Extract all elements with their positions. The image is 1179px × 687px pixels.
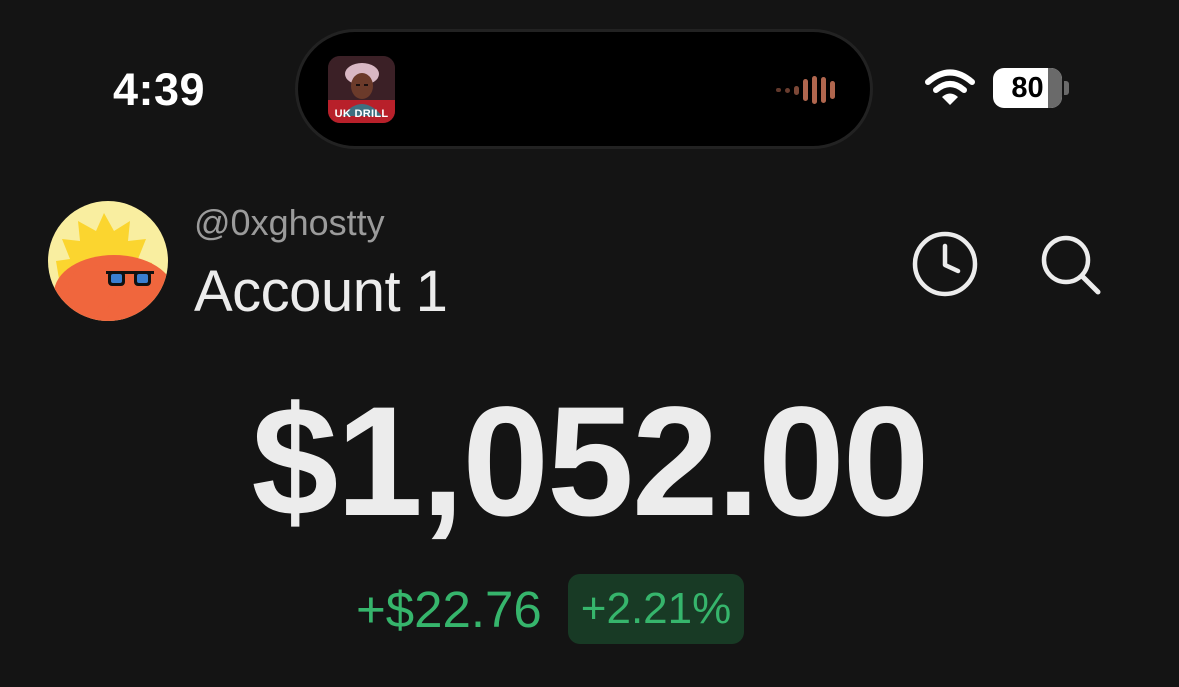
- change-amount: +$22.76: [356, 580, 542, 638]
- battery-icon: 80: [993, 68, 1069, 108]
- account-username: @0xghostty: [194, 202, 385, 243]
- battery-empty-portion: [1048, 68, 1063, 108]
- search-icon: [1041, 235, 1101, 295]
- sunglasses-avatar-icon: [48, 201, 168, 321]
- wifi-icon: [925, 69, 975, 105]
- avatar[interactable]: [48, 201, 168, 321]
- dynamic-island[interactable]: UK DRILL: [298, 32, 870, 146]
- total-balance: $1,052.00: [251, 375, 929, 549]
- account-name[interactable]: Account 1: [194, 258, 448, 325]
- history-button[interactable]: [910, 229, 980, 299]
- battery-level: 80: [993, 68, 1063, 108]
- clock-icon: [912, 231, 978, 297]
- audio-waveform-icon: [776, 76, 835, 104]
- battery-percent: 80: [1011, 71, 1044, 104]
- change-percent-badge: +2.21%: [567, 574, 745, 644]
- now-playing-artwork[interactable]: UK DRILL: [328, 56, 395, 123]
- status-time: 4:39: [113, 64, 206, 115]
- artwork-caption: UK DRILL: [334, 108, 389, 120]
- battery-tip: [1064, 81, 1069, 95]
- status-indicators: 80: [925, 68, 1069, 108]
- search-button[interactable]: [1035, 229, 1105, 299]
- balance-change: +$22.76 +2.21%: [356, 574, 745, 644]
